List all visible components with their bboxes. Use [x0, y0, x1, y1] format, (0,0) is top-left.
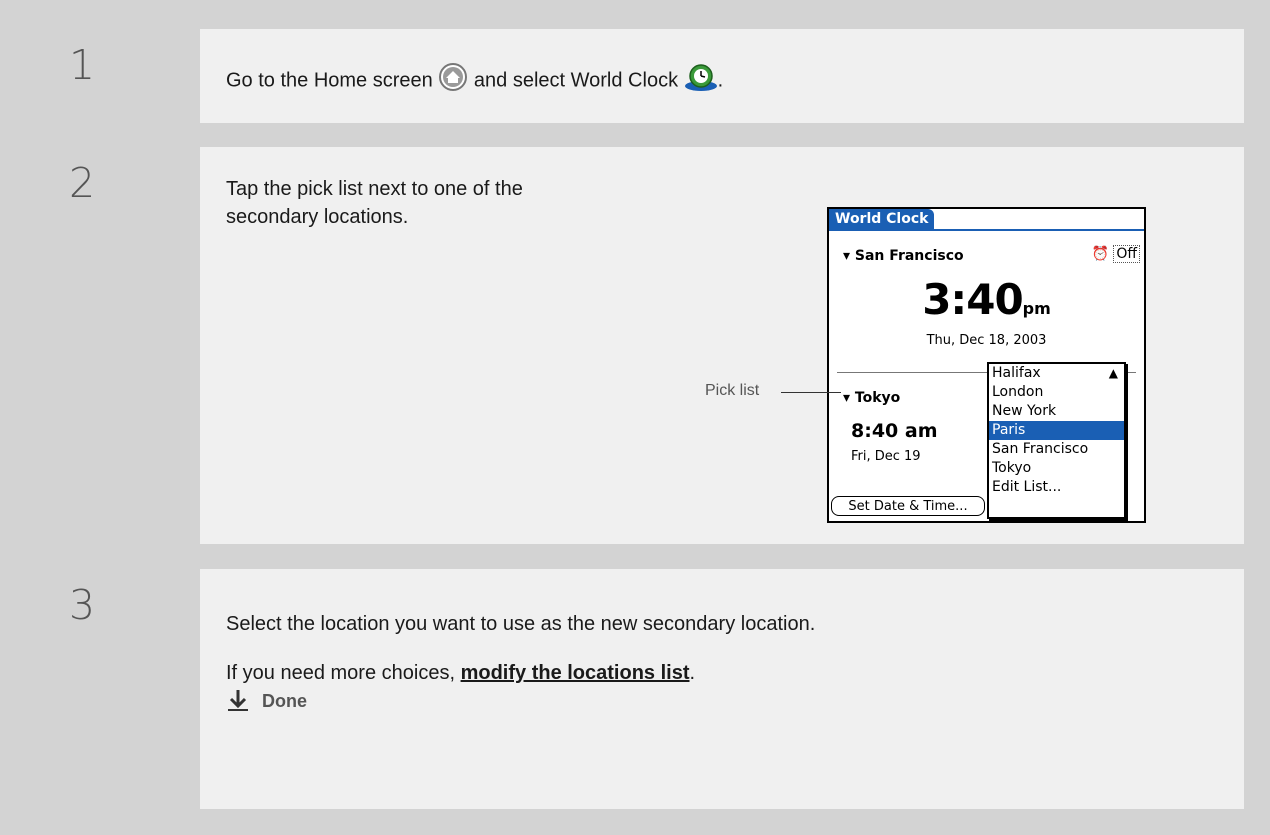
primary-time-value: 3:40: [922, 275, 1023, 324]
primary-location-picker[interactable]: ▾ San Francisco: [843, 248, 964, 264]
pick-list-item[interactable]: Edit List...: [989, 478, 1124, 497]
primary-time: 3:40pm: [829, 275, 1144, 324]
primary-location-label: San Francisco: [854, 248, 964, 264]
title-underline: [829, 229, 1144, 231]
step-3: 3 Select the location you want to use as…: [0, 569, 1270, 809]
pick-list-popup: Halifax ▲ London New York Paris San Franc…: [987, 362, 1126, 519]
step-2-text: Tap the pick list next to one of the sec…: [226, 175, 523, 231]
step-1-text-b: and select World Clock: [473, 69, 679, 92]
step-number-box: 1: [29, 29, 200, 123]
modify-locations-list-link[interactable]: modify the locations list: [461, 662, 690, 684]
step-number: 1: [69, 41, 96, 89]
primary-ampm: pm: [1022, 299, 1051, 318]
step-2-line-1: Tap the pick list next to one of the: [226, 178, 523, 200]
world-clock-screenshot: World Clock ▾ San Francisco ⏰ Off 3:40pm…: [827, 207, 1146, 523]
step-2-line-2: secondary locations.: [226, 206, 409, 228]
pick-list-item[interactable]: Tokyo: [989, 459, 1124, 478]
done-label: Done: [262, 691, 307, 711]
world-clock-icon: [684, 62, 718, 100]
step-1-text: Go to the Home screen and select World C…: [226, 62, 723, 100]
step-3-text-2: If you need more choices, modify the loc…: [226, 659, 695, 687]
pick-list-item[interactable]: Halifax ▲: [989, 364, 1124, 383]
step-1: 1 Go to the Home screen and select World…: [0, 29, 1270, 123]
alarm-state: Off: [1113, 245, 1140, 263]
secondary-location-label: Tokyo: [854, 390, 901, 406]
step-number-box: 2: [29, 147, 200, 544]
secondary-date: Fri, Dec 19: [851, 449, 921, 464]
step-1-text-c: .: [717, 69, 724, 92]
step-3-text-2c: .: [689, 662, 696, 684]
step-1-text-a: Go to the Home screen: [226, 69, 433, 92]
down-arrow-icon: [228, 690, 248, 711]
step-panel: Go to the Home screen and select World C…: [200, 29, 1244, 123]
step-panel: Select the location you want to use as t…: [200, 569, 1244, 809]
pick-list-item-selected[interactable]: Paris: [989, 421, 1124, 440]
step-3-text-1: Select the location you want to use as t…: [226, 613, 816, 635]
pick-list-callout-line: [781, 392, 841, 393]
primary-date: Thu, Dec 18, 2003: [926, 333, 1047, 348]
home-icon: [438, 62, 468, 100]
step-3-text-2a: If you need more choices,: [226, 662, 456, 684]
step-number: 2: [69, 159, 96, 207]
scroll-up-arrow-icon[interactable]: ▲: [1109, 364, 1118, 383]
pick-list-item-label: Halifax: [992, 365, 1041, 381]
pick-list-callout-label: Pick list: [705, 382, 760, 399]
alarm-toggle[interactable]: ⏰ Off: [1091, 245, 1140, 263]
secondary-time: 8:40 am: [851, 420, 938, 442]
step-number: 3: [69, 581, 96, 629]
set-date-time-button[interactable]: Set Date & Time...: [831, 496, 985, 516]
pick-list-item[interactable]: London: [989, 383, 1124, 402]
step-number-box: 3: [29, 569, 200, 809]
pick-list-item[interactable]: San Francisco: [989, 440, 1124, 459]
alarm-clock-icon: ⏰: [1091, 246, 1109, 262]
pick-list-item[interactable]: New York: [989, 402, 1124, 421]
secondary-location-picker[interactable]: ▾ Tokyo: [843, 390, 900, 406]
app-title: World Clock: [829, 209, 935, 229]
